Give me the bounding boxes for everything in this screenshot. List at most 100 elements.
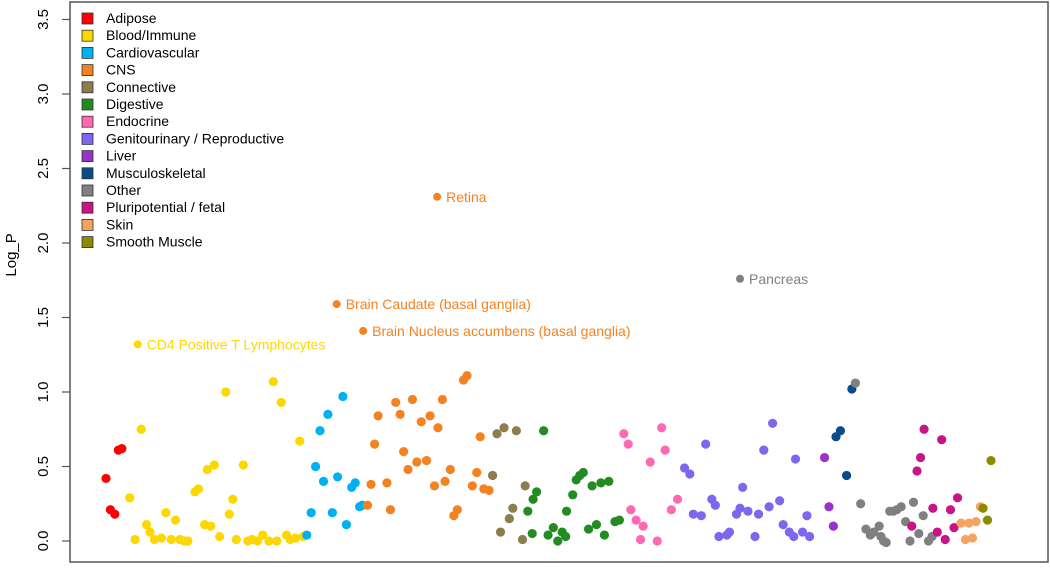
data-point-cns xyxy=(433,192,442,201)
data-point-genitourinary-reproductive xyxy=(685,469,695,479)
data-point-pluripotential-fetal xyxy=(915,452,926,463)
data-point-endocrine xyxy=(631,515,641,525)
data-point-blood-immune xyxy=(166,534,176,545)
y-tick-label: 1.5 xyxy=(35,307,52,328)
data-point-digestive xyxy=(561,531,571,542)
data-point-genitourinary-reproductive xyxy=(714,531,724,542)
data-point-digestive xyxy=(527,528,537,539)
legend-label: Endocrine xyxy=(106,113,169,129)
data-point-digestive xyxy=(532,487,542,497)
plot-frame xyxy=(69,1,1049,563)
data-point-cardiovascular xyxy=(310,461,321,472)
legend-swatch xyxy=(81,236,94,249)
legend-swatch xyxy=(81,47,94,59)
data-point-musculoskeletal xyxy=(835,426,846,436)
data-point-genitourinary-reproductive xyxy=(688,509,698,519)
data-point-other xyxy=(850,378,860,388)
data-point-smooth-muscle xyxy=(986,455,996,466)
data-point-blood-immune xyxy=(136,424,146,434)
legend-label: Adipose xyxy=(106,10,157,26)
data-point-cardiovascular xyxy=(341,520,352,530)
data-point-cns xyxy=(437,394,447,405)
legend-swatch xyxy=(81,98,94,111)
data-point-blood-immune xyxy=(272,536,282,546)
data-point-blood-immune xyxy=(290,533,300,543)
data-point-endocrine xyxy=(645,457,655,467)
data-point-cns xyxy=(421,455,432,466)
data-point-cns xyxy=(467,481,477,491)
data-point-digestive xyxy=(599,530,610,540)
data-point-pluripotential-fetal xyxy=(932,527,942,537)
data-point-other xyxy=(896,502,906,512)
data-point-adipose xyxy=(110,509,120,519)
data-point-smooth-muscle xyxy=(978,503,988,513)
data-point-digestive xyxy=(548,522,558,533)
data-point-cns xyxy=(462,371,472,381)
point-annotation: Brain Nucleus accumbens (basal ganglia) xyxy=(372,323,630,339)
data-point-blood-immune xyxy=(156,533,167,543)
data-point-blood-immune xyxy=(268,376,278,387)
y-tick-label: 3.0 xyxy=(35,84,52,105)
data-point-skin xyxy=(967,533,978,543)
data-point-cns xyxy=(366,479,376,489)
data-point-cns xyxy=(416,417,426,427)
data-point-blood-immune xyxy=(170,515,181,525)
point-annotation: CD4 Positive T Lymphocytes xyxy=(147,336,326,352)
y-tick-label: 0.5 xyxy=(35,456,52,477)
legend-label: Cardiovascular xyxy=(106,44,200,60)
data-point-adipose xyxy=(117,444,127,454)
data-point-endocrine xyxy=(623,439,633,449)
data-point-connective xyxy=(492,429,502,439)
data-point-cns xyxy=(395,409,405,419)
data-point-cardiovascular xyxy=(338,391,348,402)
data-point-cns xyxy=(433,423,443,433)
data-point-digestive xyxy=(578,467,588,478)
data-point-cns xyxy=(484,485,494,495)
data-point-other xyxy=(908,497,919,507)
data-point-blood-immune xyxy=(193,484,204,494)
point-annotation: Pancreas xyxy=(749,271,808,287)
data-point-smooth-muscle xyxy=(982,515,993,525)
legend-label: Smooth Muscle xyxy=(106,234,203,250)
data-point-genitourinary-reproductive xyxy=(789,531,799,542)
y-tick-label: 2.5 xyxy=(35,158,52,179)
data-point-cns xyxy=(440,476,450,486)
legend-label: CNS xyxy=(106,62,136,78)
legend-swatch xyxy=(81,29,94,42)
data-point-pluripotential-fetal xyxy=(907,521,917,531)
data-point-endocrine xyxy=(666,505,676,515)
point-annotation: Retina xyxy=(446,189,487,205)
data-point-cns xyxy=(452,505,462,515)
legend-swatch xyxy=(81,184,94,197)
data-point-blood-immune xyxy=(264,536,274,546)
legend-swatch xyxy=(81,132,94,145)
data-point-digestive xyxy=(587,481,597,491)
data-point-genitourinary-reproductive xyxy=(701,439,711,449)
data-point-pluripotential-fetal xyxy=(919,424,929,434)
data-point-genitourinary-reproductive xyxy=(724,527,735,537)
data-point-cns xyxy=(362,500,373,510)
y-tick-label: 3.5 xyxy=(35,9,52,30)
legend-label: Other xyxy=(106,182,141,198)
data-point-blood-immune xyxy=(238,460,248,470)
data-point-cns xyxy=(445,464,455,475)
data-point-cns xyxy=(385,505,396,515)
data-point-endocrine xyxy=(635,534,646,545)
data-point-blood-immune xyxy=(221,387,231,397)
legend-swatch xyxy=(81,64,94,76)
data-point-cardiovascular xyxy=(323,409,333,419)
data-point-blood-immune xyxy=(161,508,171,518)
data-point-blood-immune xyxy=(276,397,286,408)
data-point-blood-immune xyxy=(130,534,140,545)
data-point-cardiovascular xyxy=(350,478,360,488)
data-point-endocrine xyxy=(657,423,667,433)
data-point-liver xyxy=(824,502,834,512)
data-point-genitourinary-reproductive xyxy=(696,511,706,521)
data-point-skin xyxy=(971,517,981,527)
data-point-blood-immune xyxy=(231,534,241,545)
data-point-endocrine xyxy=(626,505,636,515)
data-point-connective xyxy=(495,527,506,537)
data-point-cardiovascular xyxy=(332,472,343,482)
data-point-cns xyxy=(407,394,418,405)
data-point-digestive xyxy=(614,515,624,525)
